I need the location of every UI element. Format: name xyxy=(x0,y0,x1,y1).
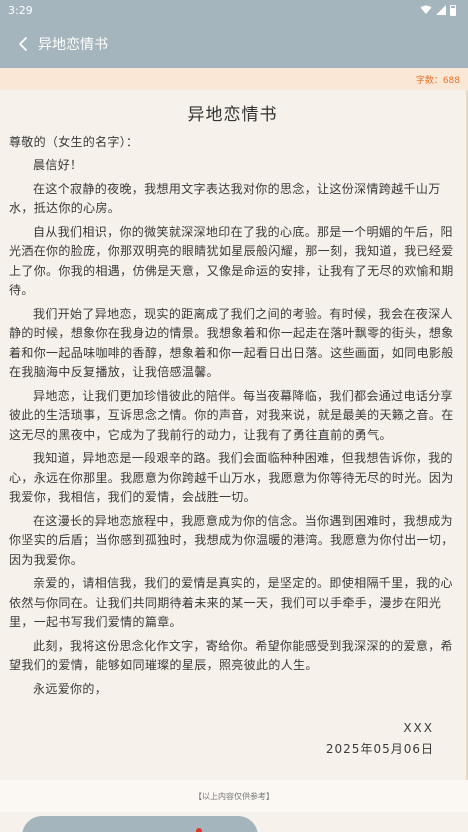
letter-paragraph: 永远爱你的， xyxy=(33,681,108,696)
wifi-icon xyxy=(420,5,432,14)
signal-icon xyxy=(436,5,446,15)
status-time: 3:29 xyxy=(8,3,33,17)
action-button[interactable] xyxy=(22,816,258,832)
letter-greeting: 尊敬的（女生的名字）： xyxy=(9,135,139,149)
letter-paragraph: 在这漫长的异地恋旅程中，我愿意成为你的信念。当你遇到困难时，我想成为你坚实的后盾… xyxy=(9,513,454,567)
back-arrow-icon[interactable] xyxy=(14,35,32,53)
letter-paragraph: 异地恋，让我们更加珍惜彼此的陪伴。每当夜幕降临，我们都会通过电话分享彼此的生活琐… xyxy=(9,388,454,442)
letter-signature: XXX xyxy=(403,721,434,735)
letter-paragraph: 在这个寂静的夜晚，我想用文字表达我对你的思念，让这份深情跨越千山万水，抵达你的心… xyxy=(9,181,441,216)
letter-title: 异地恋情书 xyxy=(187,105,278,125)
letter-date: 2025年05月06日 xyxy=(325,742,434,756)
status-icons xyxy=(420,4,456,16)
word-count: 字数：688 xyxy=(415,75,460,86)
letter-paragraph: 自从我们相识，你的微笑就深深地印在了我的心底。那是一个明媚的午后，阳光洒在你的脸… xyxy=(9,224,454,298)
page-title: 异地恋情书 xyxy=(38,37,108,53)
letter-paragraph: 我知道，异地恋是一段艰辛的路。我们会面临种种困难，但我想告诉你，我的心，永远在你… xyxy=(9,451,454,504)
letter-paragraph: 我们开始了异地恋，现实的距离成了我们之间的考验。有时候，我会在夜深人静的时候，想… xyxy=(9,306,454,380)
letter-paragraph: 亲爱的，请相信我，我们的爱情是真实的，是坚定的。即使相隔千里，我的心依然与你同在… xyxy=(9,576,453,629)
word-count-bar: 字数：688 xyxy=(0,68,468,90)
disclaimer-text: 【以上内容仅供参考】 xyxy=(194,791,274,801)
top-app-bar: 异地恋情书 xyxy=(0,20,468,68)
letter-body[interactable]: 异地恋情书 尊敬的（女生的名字）： 晨信好！ 在这个寂静的夜晚，我想用文字表达我… xyxy=(0,90,466,780)
content-area: 字数：688 异地恋情书 尊敬的（女生的名字）： 晨信好！ 在这个寂静的夜晚，我… xyxy=(0,68,468,832)
letter-paragraph: 此刻，我将这份思念化作文字，寄给你。希望你能感受到我深深的的爱意，希望我们的爱情… xyxy=(9,638,453,673)
battery-icon xyxy=(450,4,456,16)
disclaimer: 【以上内容仅供参考】 xyxy=(0,780,468,812)
letter-paragraph: 晨信好！ xyxy=(33,158,83,172)
notification-dot xyxy=(196,828,202,832)
status-bar: 3:29 xyxy=(0,0,468,20)
